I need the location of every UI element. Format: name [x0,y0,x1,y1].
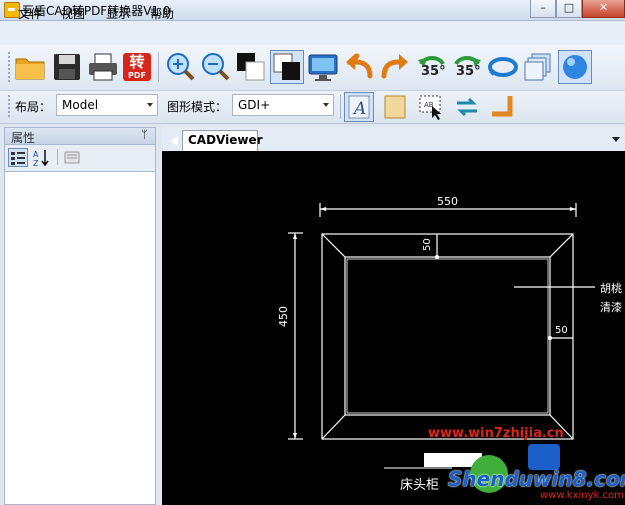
chevron-down-icon [323,103,329,107]
properties-list[interactable] [4,171,156,505]
swap-button[interactable] [452,92,482,122]
save-button[interactable] [50,50,84,84]
properties-toolbar: AZ [4,145,156,171]
property-pages-icon [64,151,80,164]
menu-view[interactable]: 视图 [61,5,85,22]
dim-height-label: 450 [277,306,290,327]
close-button[interactable]: ✕ [582,0,625,18]
properties-panel-header: 属性 ᛘ [4,127,156,145]
graphics-mode-label: 图形模式： [167,100,228,114]
text-style-button[interactable]: A [344,92,374,122]
floppy-icon [54,54,80,80]
frame-outer [321,233,574,440]
chevron-down-icon [147,103,153,107]
page-button[interactable] [380,92,410,122]
zoom-in-button[interactable] [163,50,197,84]
layout-select-value: Model [62,98,99,112]
rotate-3d-button[interactable] [486,50,520,84]
undo-button[interactable] [342,50,376,84]
material-note-line2: 清漆 [600,301,622,314]
categorized-button[interactable] [8,148,28,167]
shade-button[interactable] [558,50,592,84]
toolbar-separator [158,52,159,82]
sort-az-icon: AZ [33,150,49,168]
property-pages-button[interactable] [62,148,82,167]
dim-width-label: 550 [437,195,458,208]
select-text-button[interactable]: AB [416,92,446,122]
menu-display[interactable]: 显示 [106,5,130,22]
maximize-button[interactable]: □ [556,0,582,18]
sphere-icon [563,55,587,79]
layers-icon [524,53,551,81]
menu-help[interactable]: 帮助 [150,5,174,22]
zoom-out-icon [202,53,230,81]
material-note-line1: 胡桃 [600,282,622,295]
black-background-button[interactable] [234,50,268,84]
watermark-kxinyk: www.kxinyk.com [540,490,624,501]
rotate-left-button[interactable]: 35° [415,50,449,84]
black-background-icon [237,53,265,81]
tab-menu-chevron-icon[interactable] [612,137,620,142]
toolbar-separator [340,95,341,119]
printer-icon [89,53,117,81]
svg-text:Z: Z [33,159,39,167]
frame-inner [344,256,551,416]
select-text-icon: AB [419,95,441,120]
page-icon [384,95,406,119]
graphics-mode-select[interactable]: GDI+ [232,94,334,116]
graphics-mode-value: GDI+ [238,98,271,112]
print-button[interactable] [86,50,120,84]
corner-line-icon [492,96,513,117]
monitor-icon [308,54,338,81]
folder-icon [15,58,45,80]
swap-icon [457,97,477,117]
toolbar2-grip [8,95,12,117]
redo-icon [381,54,408,79]
menu-bar [0,21,625,45]
layers-button[interactable] [522,50,556,84]
line-tool-button[interactable] [488,92,518,122]
white-background-icon [273,53,300,80]
toolbar-grip [8,52,12,82]
white-background-button[interactable] [270,50,304,84]
categorized-icon [11,152,25,165]
pin-icon[interactable]: ᛘ [141,128,148,141]
watermark-win7zhijia: www.win7zhijia.cn [428,426,564,441]
zoom-out-button[interactable] [198,50,232,84]
redo-button[interactable] [378,50,412,84]
alphabetical-button[interactable]: AZ [32,148,52,168]
monitor-button[interactable] [306,50,340,84]
tab-cadviewer[interactable]: CADViewer [182,130,263,151]
undo-icon [346,53,373,79]
zoom-in-icon [167,53,195,81]
rotate-3d-icon [488,57,518,77]
dim-top-frame-label: 50 [422,238,433,251]
tab-notch [170,136,178,146]
minimize-button[interactable]: – [530,0,556,18]
layout-label: 布局： [15,100,52,114]
frame-inner-edge [346,258,549,414]
panel-separator [57,149,58,165]
properties-title: 属性 [11,131,36,145]
drawing-caption: 床头柜 [400,478,440,493]
menu-file[interactable]: 文件 [18,5,42,22]
open-folder-button[interactable] [13,50,47,84]
svg-text:A: A [352,99,366,119]
layout-select[interactable]: Model [56,94,158,116]
convert-pdf-button[interactable]: 转 PDF [120,50,154,84]
text-a-icon: A [348,95,370,119]
svg-text:A: A [33,150,39,159]
window-title: 互盾CAD转PDF转换器V1.0 [22,4,171,18]
rotate-right-button[interactable]: 35° [450,50,484,84]
watermark-shenduwin8: Shenduwin8.com [448,467,625,491]
dim-right-frame-label: 50 [555,325,568,336]
